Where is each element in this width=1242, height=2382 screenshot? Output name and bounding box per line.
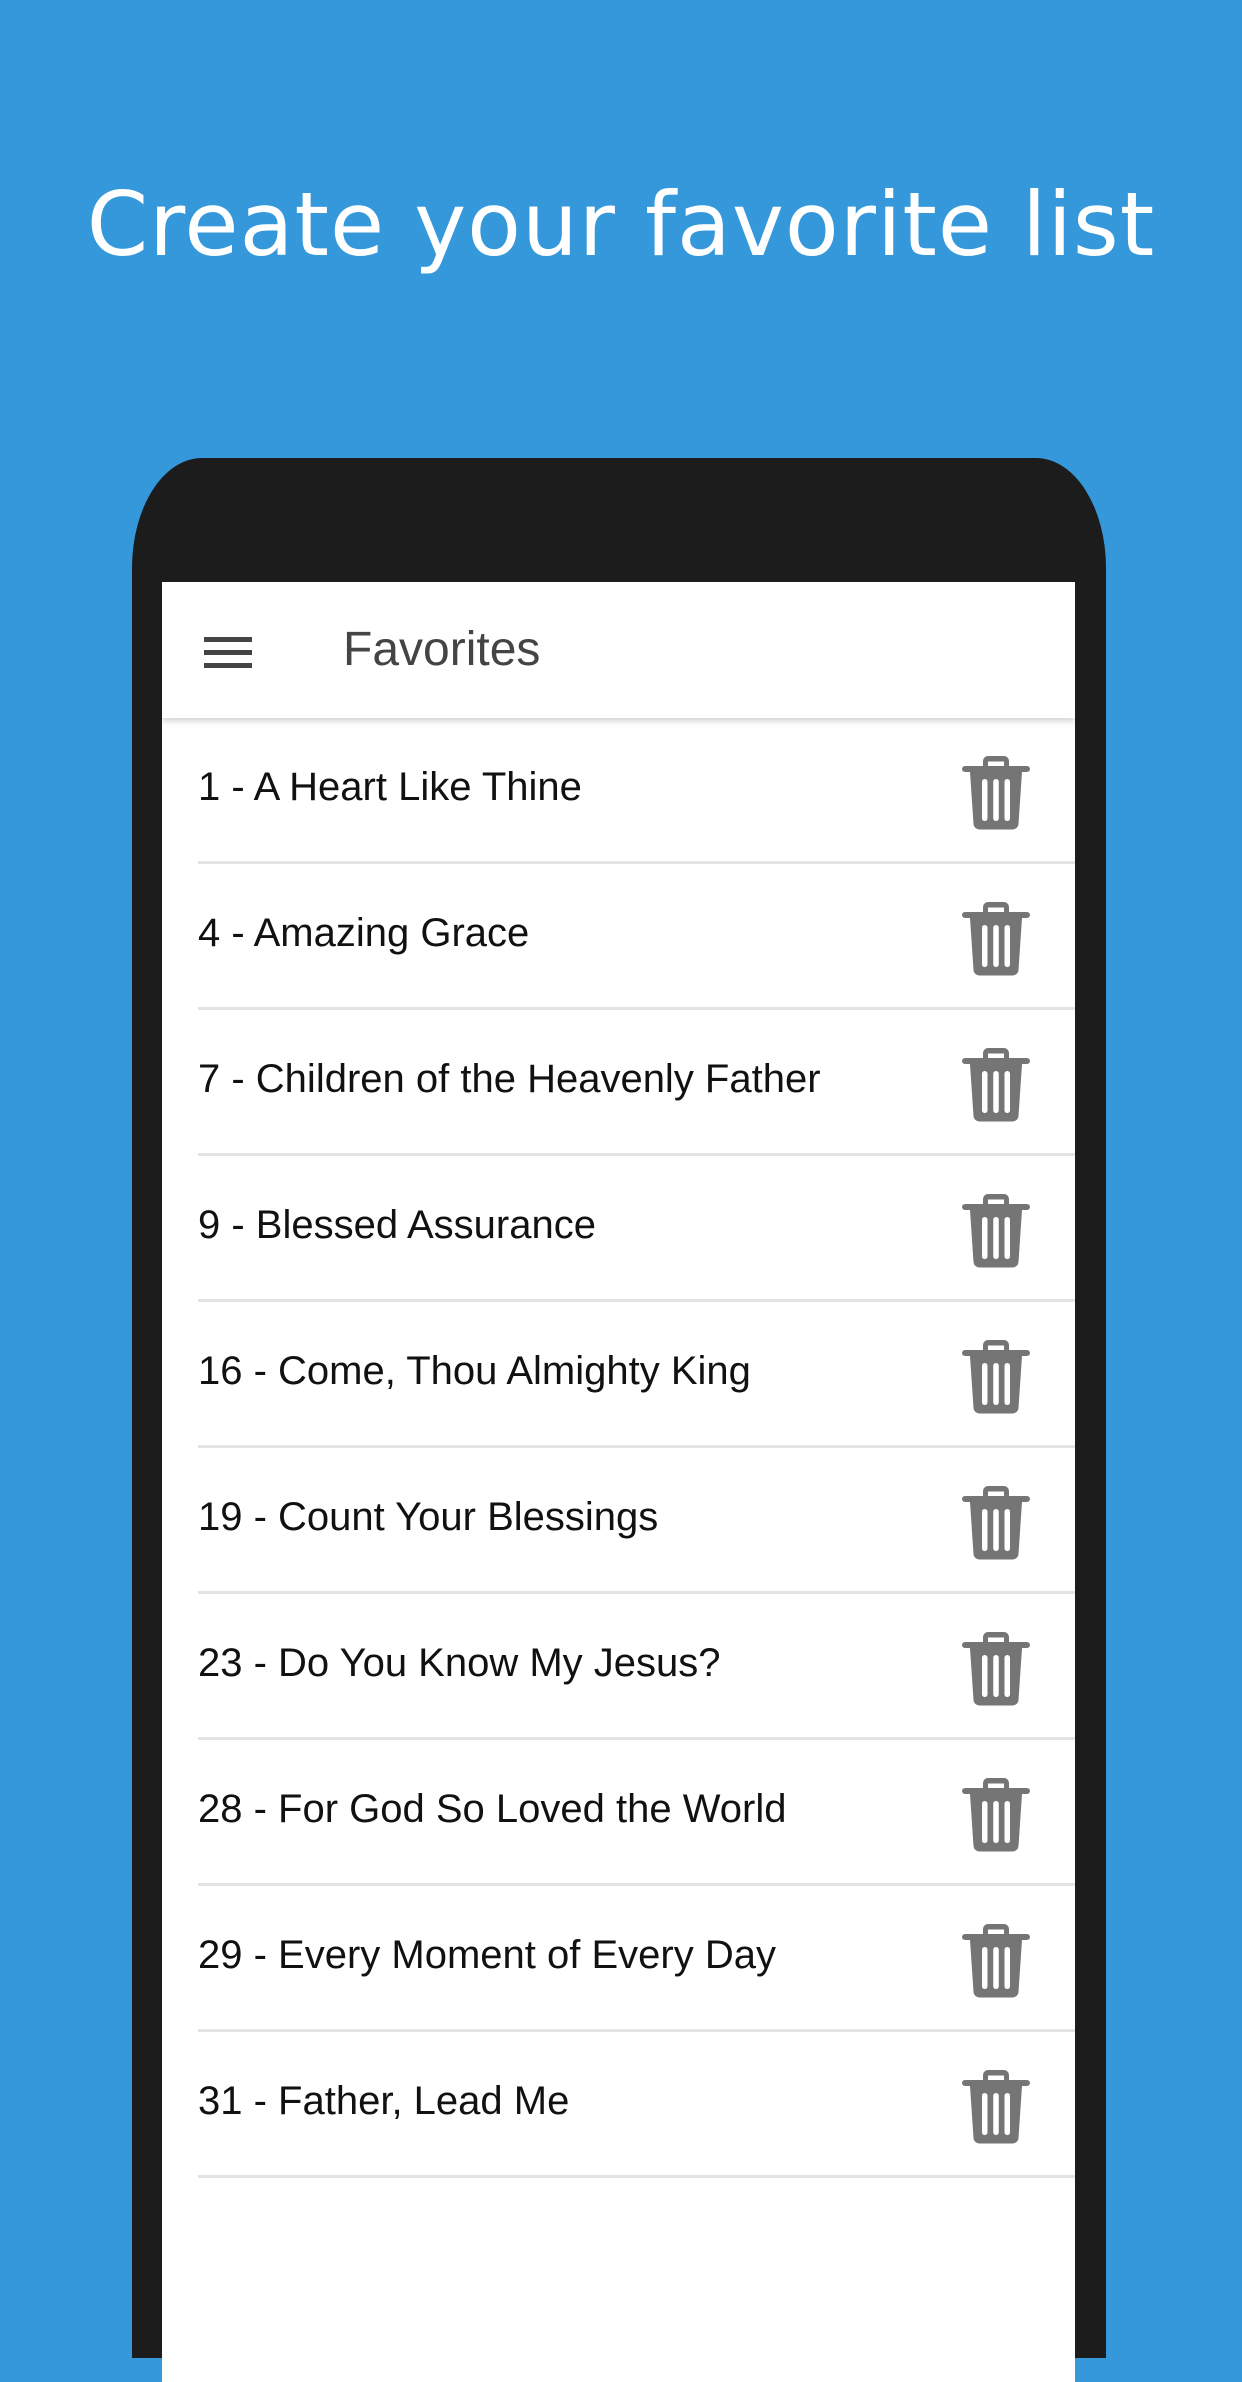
delete-favorite-button[interactable] xyxy=(962,1192,1030,1268)
favorite-list-item[interactable]: 23 - Do You Know My Jesus? xyxy=(162,1594,1075,1740)
menu-bar xyxy=(204,650,252,655)
favorite-item-label: 23 - Do You Know My Jesus? xyxy=(198,1641,721,1685)
trash-icon xyxy=(962,1924,1030,1998)
favorite-item-label: 9 - Blessed Assurance xyxy=(198,1203,596,1247)
trash-icon xyxy=(962,1486,1030,1560)
favorite-list-item[interactable]: 19 - Count Your Blessings xyxy=(162,1448,1075,1594)
favorite-item-label: 7 - Children of the Heavenly Father xyxy=(198,1057,821,1101)
favorite-item-label: 1 - A Heart Like Thine xyxy=(198,765,582,809)
toolbar-title: Favorites xyxy=(343,623,541,676)
favorite-list-item[interactable]: 4 - Amazing Grace xyxy=(162,864,1075,1010)
favorite-list-item[interactable]: 29 - Every Moment of Every Day xyxy=(162,1886,1075,2032)
trash-icon xyxy=(962,756,1030,830)
favorite-list-item[interactable]: 28 - For God So Loved the World xyxy=(162,1740,1075,1886)
app-toolbar: Favorites xyxy=(162,582,1075,718)
trash-icon xyxy=(962,1048,1030,1122)
delete-favorite-button[interactable] xyxy=(962,1338,1030,1414)
hamburger-menu-icon[interactable] xyxy=(204,629,254,671)
favorite-item-label: 29 - Every Moment of Every Day xyxy=(198,1933,776,1977)
favorite-item-label: 19 - Count Your Blessings xyxy=(198,1495,659,1539)
promo-headline: Create your favorite list xyxy=(86,173,1156,276)
trash-icon xyxy=(962,2070,1030,2144)
phone-frame: Favorites 1 - A Heart Like Thine 4 - Ama… xyxy=(132,458,1106,2382)
menu-bar xyxy=(204,663,252,668)
favorite-item-label: 28 - For God So Loved the World xyxy=(198,1787,787,1831)
delete-favorite-button[interactable] xyxy=(962,1630,1030,1706)
delete-favorite-button[interactable] xyxy=(962,900,1030,976)
list-divider xyxy=(198,2175,1075,2178)
delete-favorite-button[interactable] xyxy=(962,1046,1030,1122)
delete-favorite-button[interactable] xyxy=(962,1922,1030,1998)
favorite-list-item[interactable]: 9 - Blessed Assurance xyxy=(162,1156,1075,1302)
favorite-list-item[interactable]: 1 - A Heart Like Thine xyxy=(162,718,1075,864)
trash-icon xyxy=(962,1778,1030,1852)
delete-favorite-button[interactable] xyxy=(962,2068,1030,2144)
trash-icon xyxy=(962,902,1030,976)
favorite-item-label: 31 - Father, Lead Me xyxy=(198,2079,570,2123)
app-screen: Favorites 1 - A Heart Like Thine 4 - Ama… xyxy=(162,582,1075,2382)
favorites-list: 1 - A Heart Like Thine 4 - Amazing Grace… xyxy=(162,718,1075,2178)
trash-icon xyxy=(962,1632,1030,1706)
delete-favorite-button[interactable] xyxy=(962,754,1030,830)
menu-bar xyxy=(204,637,252,642)
trash-icon xyxy=(962,1194,1030,1268)
delete-favorite-button[interactable] xyxy=(962,1776,1030,1852)
trash-icon xyxy=(962,1340,1030,1414)
favorite-item-label: 16 - Come, Thou Almighty King xyxy=(198,1349,751,1393)
favorite-list-item[interactable]: 16 - Come, Thou Almighty King xyxy=(162,1302,1075,1448)
delete-favorite-button[interactable] xyxy=(962,1484,1030,1560)
favorite-list-item[interactable]: 31 - Father, Lead Me xyxy=(162,2032,1075,2178)
favorite-list-item[interactable]: 7 - Children of the Heavenly Father xyxy=(162,1010,1075,1156)
favorite-item-label: 4 - Amazing Grace xyxy=(198,911,530,955)
